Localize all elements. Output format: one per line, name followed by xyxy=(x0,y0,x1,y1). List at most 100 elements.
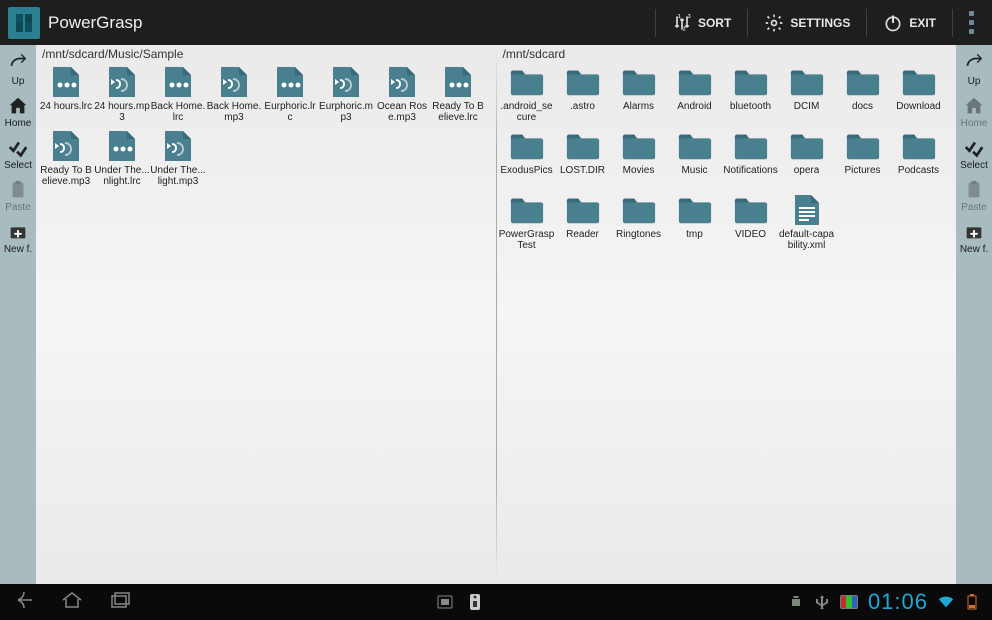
mp3-icon xyxy=(328,65,364,99)
list-item[interactable]: Ready To Believe.mp3 xyxy=(38,129,94,187)
gear-icon xyxy=(764,13,784,33)
list-item[interactable]: Download xyxy=(891,65,947,123)
folder-icon xyxy=(509,129,545,163)
list-item[interactable]: Music xyxy=(667,129,723,187)
select-icon xyxy=(963,137,985,159)
list-item[interactable]: Android xyxy=(667,65,723,123)
list-item[interactable]: bluetooth xyxy=(723,65,779,123)
item-label: Back Home.mp3 xyxy=(206,101,262,123)
list-item[interactable]: ExodusPics xyxy=(499,129,555,187)
left-select-button[interactable]: Select xyxy=(0,133,36,175)
settings-button[interactable]: SETTINGS xyxy=(754,9,860,37)
right-paste-button[interactable]: Paste xyxy=(956,175,992,217)
wifi-icon xyxy=(938,594,954,610)
item-label: Notifications xyxy=(723,165,777,187)
right-select-button[interactable]: Select xyxy=(956,133,992,175)
back-nav-button[interactable] xyxy=(12,590,36,615)
left-panel-path[interactable]: /mnt/sdcard/Music/Sample xyxy=(36,45,496,63)
mp3-icon xyxy=(216,65,252,99)
list-item[interactable]: 24 hours.mp3 xyxy=(94,65,150,123)
folder-icon xyxy=(845,65,881,99)
right-newfolder-button[interactable]: New f. xyxy=(956,217,992,259)
folder-icon xyxy=(677,65,713,99)
list-item[interactable]: Eurphoric.lrc xyxy=(262,65,318,123)
list-item[interactable]: Back Home.mp3 xyxy=(206,65,262,123)
left-paste-button[interactable]: Paste xyxy=(0,175,36,217)
list-item[interactable]: Under The...light.mp3 xyxy=(150,129,206,187)
svg-text:1: 1 xyxy=(678,14,681,20)
power-icon xyxy=(883,13,903,33)
list-item[interactable]: Ocean Rose.mp3 xyxy=(374,65,430,123)
lrc-icon xyxy=(272,65,308,99)
home-nav-button[interactable] xyxy=(60,590,84,615)
folder-icon xyxy=(509,65,545,99)
list-item[interactable]: Pictures xyxy=(835,129,891,187)
recent-nav-button[interactable] xyxy=(108,590,132,615)
item-label: Ringtones xyxy=(616,229,661,251)
right-up-button[interactable]: Up xyxy=(956,49,992,91)
left-home-button[interactable]: Home xyxy=(0,91,36,133)
list-item[interactable]: tmp xyxy=(667,193,723,251)
right-grid: .android_secure.astroAlarms Android blueto… xyxy=(497,63,957,259)
list-item[interactable]: Eurphoric.mp3 xyxy=(318,65,374,123)
right-home-button[interactable]: Home xyxy=(956,91,992,133)
tv-status-icon xyxy=(840,595,858,609)
item-label: Podcasts xyxy=(898,165,939,187)
list-item[interactable]: Reader xyxy=(555,193,611,251)
list-item[interactable]: docs xyxy=(835,65,891,123)
item-label: .android_secure xyxy=(499,101,555,123)
app-title: PowerGrasp xyxy=(48,13,142,33)
up-arrow-icon xyxy=(7,53,29,75)
list-item[interactable]: Notifications xyxy=(723,129,779,187)
screenshot-icon[interactable] xyxy=(437,593,453,611)
list-item[interactable]: default-capability.xml xyxy=(779,193,835,251)
folder-icon xyxy=(789,129,825,163)
list-item[interactable]: Back Home.lrc xyxy=(150,65,206,123)
left-up-button[interactable]: Up xyxy=(0,49,36,91)
list-item[interactable]: VIDEO xyxy=(723,193,779,251)
system-nav-bar: 01:06 xyxy=(0,584,992,620)
exit-label: EXIT xyxy=(909,16,936,30)
item-label: Android xyxy=(677,101,711,123)
lrc-icon xyxy=(440,65,476,99)
item-label: bluetooth xyxy=(730,101,771,123)
item-label: PowerGraspTest xyxy=(499,229,555,251)
list-item[interactable]: Ready To Believe.lrc xyxy=(430,65,486,123)
battery-icon xyxy=(964,594,980,610)
list-item[interactable]: Podcasts xyxy=(891,129,947,187)
list-item[interactable]: DCIM xyxy=(779,65,835,123)
item-label: LOST.DIR xyxy=(560,165,605,187)
folder-icon xyxy=(621,129,657,163)
mp3-icon xyxy=(104,65,140,99)
list-item[interactable]: PowerGraspTest xyxy=(499,193,555,251)
new-folder-icon xyxy=(963,221,985,243)
doc-icon xyxy=(789,193,825,227)
folder-icon xyxy=(565,129,601,163)
list-item[interactable]: Under The...nlight.lrc xyxy=(94,129,150,187)
clock[interactable]: 01:06 xyxy=(868,589,928,615)
list-item[interactable]: 24 hours.lrc xyxy=(38,65,94,123)
item-label: Download xyxy=(896,101,940,123)
exit-button[interactable]: EXIT xyxy=(873,9,946,37)
overflow-menu-button[interactable] xyxy=(959,11,984,34)
list-item[interactable]: Alarms xyxy=(611,65,667,123)
left-newfolder-button[interactable]: New f. xyxy=(0,217,36,259)
folder-icon xyxy=(789,65,825,99)
left-side-toolbar: Up Home Select Paste New f. xyxy=(0,45,36,584)
folder-icon xyxy=(565,193,601,227)
list-item[interactable]: opera xyxy=(779,129,835,187)
main-area: Up Home Select Paste New f. /mnt/sdcard/… xyxy=(0,45,992,584)
list-item[interactable]: Ringtones xyxy=(611,193,667,251)
volume-icon[interactable] xyxy=(467,593,483,611)
list-item[interactable]: LOST.DIR xyxy=(555,129,611,187)
right-panel-path[interactable]: /mnt/sdcard xyxy=(497,45,957,63)
list-item[interactable]: .astro xyxy=(555,65,611,123)
lrc-icon xyxy=(104,129,140,163)
list-item[interactable]: .android_secure xyxy=(499,65,555,123)
folder-icon xyxy=(733,65,769,99)
sort-button[interactable]: 123 SORT xyxy=(662,9,741,37)
new-folder-icon xyxy=(7,221,29,243)
svg-text:3: 3 xyxy=(688,14,691,20)
select-label: Select xyxy=(4,160,32,171)
list-item[interactable]: Movies xyxy=(611,129,667,187)
